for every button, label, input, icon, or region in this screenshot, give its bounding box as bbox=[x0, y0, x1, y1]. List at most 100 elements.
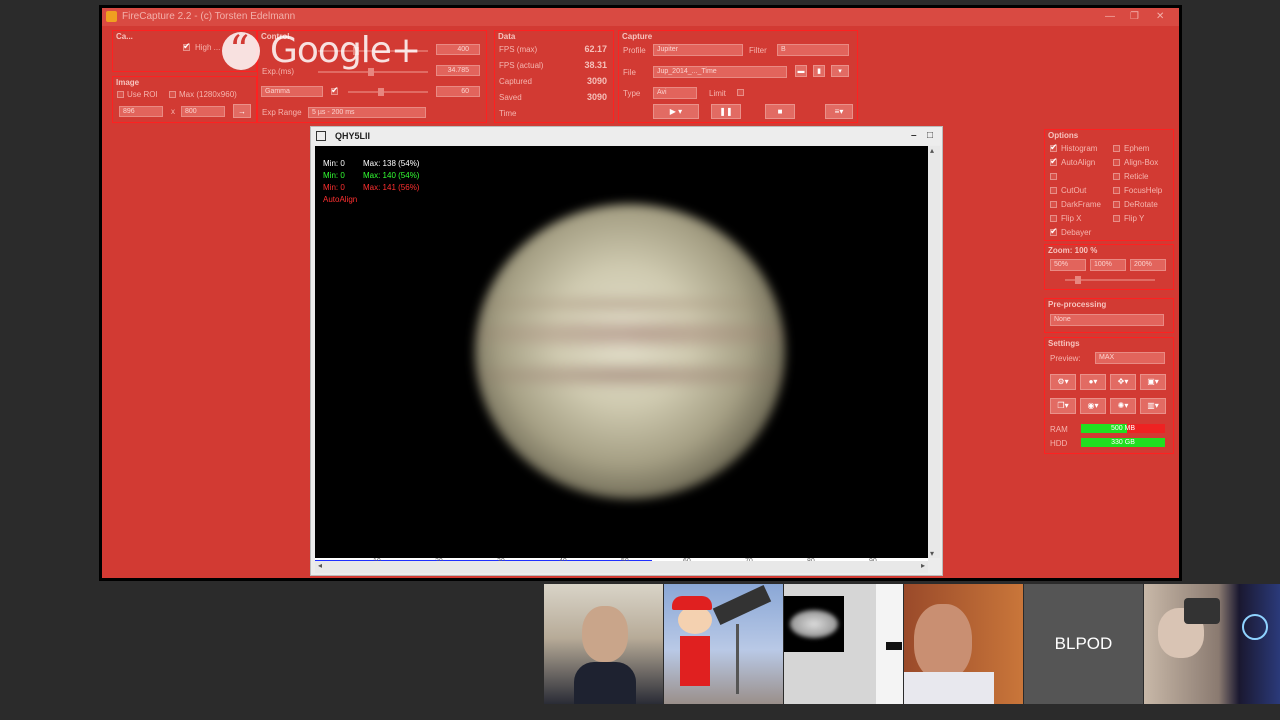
preview-label: Preview: bbox=[1050, 354, 1081, 363]
stat-min-red: Min: 0 bbox=[323, 183, 345, 192]
camera-icon[interactable]: ◉▾ bbox=[1080, 398, 1106, 414]
type-select[interactable]: Avi bbox=[653, 87, 697, 99]
option-right-checkbox[interactable] bbox=[1113, 215, 1120, 222]
exp-range-select[interactable]: 5 µs - 200 ms bbox=[308, 107, 426, 118]
hangouts-icon bbox=[222, 28, 260, 74]
horizontal-scrollbar[interactable]: ◂ ▸ bbox=[315, 561, 928, 573]
option-left-checkbox[interactable] bbox=[1050, 142, 1058, 153]
option-left-label: CutOut bbox=[1061, 186, 1087, 195]
data-label-fps-actual: FPS (actual) bbox=[499, 61, 544, 70]
option-left-checkbox[interactable] bbox=[1050, 187, 1057, 194]
capture-panel-title: Capture bbox=[622, 32, 653, 41]
pause-button[interactable]: ❚❚ bbox=[711, 104, 741, 119]
max-roi-label: Max (1280x960) bbox=[179, 90, 237, 99]
firecapture-window: FireCapture 2.2 - (c) Torsten Edelmann —… bbox=[99, 5, 1182, 581]
participant-video-6[interactable] bbox=[1144, 584, 1280, 704]
option-left-checkbox[interactable] bbox=[1050, 215, 1057, 222]
start-capture-button[interactable]: ▶ ▾ bbox=[653, 104, 699, 119]
window-icon[interactable]: ▣▾ bbox=[1140, 374, 1166, 390]
camera-view-titlebar[interactable]: QHY5LII – □ bbox=[311, 127, 942, 145]
option-left-checkbox[interactable] bbox=[1050, 173, 1057, 180]
option-right-label: Reticle bbox=[1124, 172, 1149, 181]
close-icon[interactable]: ✕ bbox=[1156, 8, 1164, 26]
camera-panel-title: Ca... bbox=[116, 32, 133, 41]
high-speed-checkbox[interactable] bbox=[183, 41, 191, 52]
camera-window-icon bbox=[316, 131, 326, 141]
option-left-checkbox[interactable] bbox=[1050, 156, 1058, 167]
gamma-spinner[interactable]: 60 bbox=[436, 86, 480, 97]
zoom-slider[interactable] bbox=[1065, 276, 1155, 284]
option-left-label: DarkFrame bbox=[1061, 200, 1102, 209]
data-value-captured: 3090 bbox=[586, 76, 607, 86]
participant-video-4[interactable] bbox=[904, 584, 1023, 704]
scroll-left-icon[interactable]: ◂ bbox=[318, 561, 322, 570]
participant-shirt bbox=[904, 672, 994, 704]
zoom-50-button[interactable]: 50% bbox=[1050, 259, 1086, 271]
vertical-scrollbar[interactable]: ▴ ▾ bbox=[928, 146, 940, 558]
zoom-panel: Zoom: 100 % 50% 100% 200% bbox=[1044, 244, 1174, 290]
option-left-checkbox[interactable] bbox=[1050, 201, 1057, 208]
data-value-saved: 3090 bbox=[586, 92, 607, 102]
data-label-time: Time bbox=[499, 109, 517, 118]
participant-face bbox=[582, 606, 628, 662]
zoom-200-button[interactable]: 200% bbox=[1130, 259, 1166, 271]
scroll-right-icon[interactable]: ▸ bbox=[921, 561, 925, 570]
ram-label: RAM bbox=[1050, 425, 1068, 434]
open-folder-icon[interactable]: ▾ bbox=[831, 65, 849, 77]
delete-icon[interactable]: ▮ bbox=[813, 65, 825, 77]
data-label-fps-max: FPS (max) bbox=[499, 45, 538, 54]
profile-select[interactable]: Jupiter bbox=[653, 44, 743, 56]
record-icon[interactable]: ●▾ bbox=[1080, 374, 1106, 390]
preprocessing-select[interactable]: None bbox=[1050, 314, 1164, 326]
zoom-slider-knob[interactable] bbox=[1075, 276, 1081, 284]
option-right-checkbox[interactable] bbox=[1113, 201, 1120, 208]
participant-tile-blpod[interactable]: BLPOD bbox=[1024, 584, 1143, 704]
settings-gear-icon[interactable]: ⚙▾ bbox=[1050, 374, 1076, 390]
copy-icon[interactable]: ❐▾ bbox=[1050, 398, 1076, 414]
gamma-slider[interactable] bbox=[348, 88, 428, 96]
gamma-select[interactable]: Gamma bbox=[261, 86, 323, 97]
window-titlebar[interactable]: FireCapture 2.2 - (c) Torsten Edelmann —… bbox=[102, 8, 1179, 26]
preprocessing-panel: Pre-processing None bbox=[1044, 298, 1174, 333]
use-roi-radio[interactable] bbox=[117, 91, 124, 98]
stop-button[interactable]: ■ bbox=[765, 104, 795, 119]
capture-menu-button[interactable]: ≡▾ bbox=[825, 104, 853, 119]
participant-video-3[interactable] bbox=[784, 584, 903, 704]
folder-icon[interactable]: ▬ bbox=[795, 65, 807, 77]
minimize-icon[interactable]: — bbox=[1105, 8, 1115, 26]
mini-jupiter bbox=[790, 610, 838, 638]
participant-video-1[interactable] bbox=[544, 584, 663, 704]
tools-icon[interactable]: ✥▾ bbox=[1110, 374, 1136, 390]
option-right-checkbox[interactable] bbox=[1113, 173, 1120, 180]
ram-bar: 500 MB bbox=[1081, 424, 1165, 433]
preview-select[interactable]: MAX bbox=[1095, 352, 1165, 364]
filter-select[interactable]: B bbox=[777, 44, 849, 56]
histogram-icon[interactable]: ▥▾ bbox=[1140, 398, 1166, 414]
roi-apply-button[interactable]: → bbox=[233, 104, 251, 118]
maximize-icon[interactable]: ❐ bbox=[1130, 8, 1139, 26]
gamma-slider-knob[interactable] bbox=[378, 88, 384, 96]
participant-video-2[interactable] bbox=[664, 584, 783, 704]
options-panel-title: Options bbox=[1048, 131, 1079, 140]
scroll-down-icon[interactable]: ▾ bbox=[930, 549, 934, 558]
camera-maximize-icon[interactable]: □ bbox=[927, 127, 933, 145]
file-name-field[interactable]: Jup_2014_..._Time bbox=[653, 66, 787, 78]
window-title: FireCapture 2.2 - (c) Torsten Edelmann bbox=[122, 11, 296, 22]
google-plus-logo: Google+ bbox=[270, 30, 421, 71]
option-left-checkbox[interactable] bbox=[1050, 226, 1058, 237]
option-right-checkbox[interactable] bbox=[1113, 187, 1120, 194]
option-right-checkbox[interactable] bbox=[1113, 159, 1120, 166]
preprocessing-panel-title: Pre-processing bbox=[1048, 300, 1107, 309]
option-right-checkbox[interactable] bbox=[1113, 145, 1120, 152]
zoom-100-button[interactable]: 100% bbox=[1090, 259, 1126, 271]
scroll-up-icon[interactable]: ▴ bbox=[930, 146, 934, 155]
camera-image-viewport[interactable]: Min: 0 Max: 138 (54%) Min: 0 Max: 140 (5… bbox=[315, 146, 928, 558]
participant-body bbox=[574, 662, 636, 704]
roi-width-select[interactable]: 896 bbox=[119, 106, 163, 117]
max-roi-radio[interactable] bbox=[169, 91, 176, 98]
bulb-icon[interactable]: ✺▾ bbox=[1110, 398, 1136, 414]
limit-checkbox[interactable] bbox=[737, 89, 744, 96]
roi-height-select[interactable]: 800 bbox=[181, 106, 225, 117]
camera-minimize-icon[interactable]: – bbox=[911, 127, 917, 145]
gamma-auto-checkbox[interactable] bbox=[331, 85, 339, 96]
